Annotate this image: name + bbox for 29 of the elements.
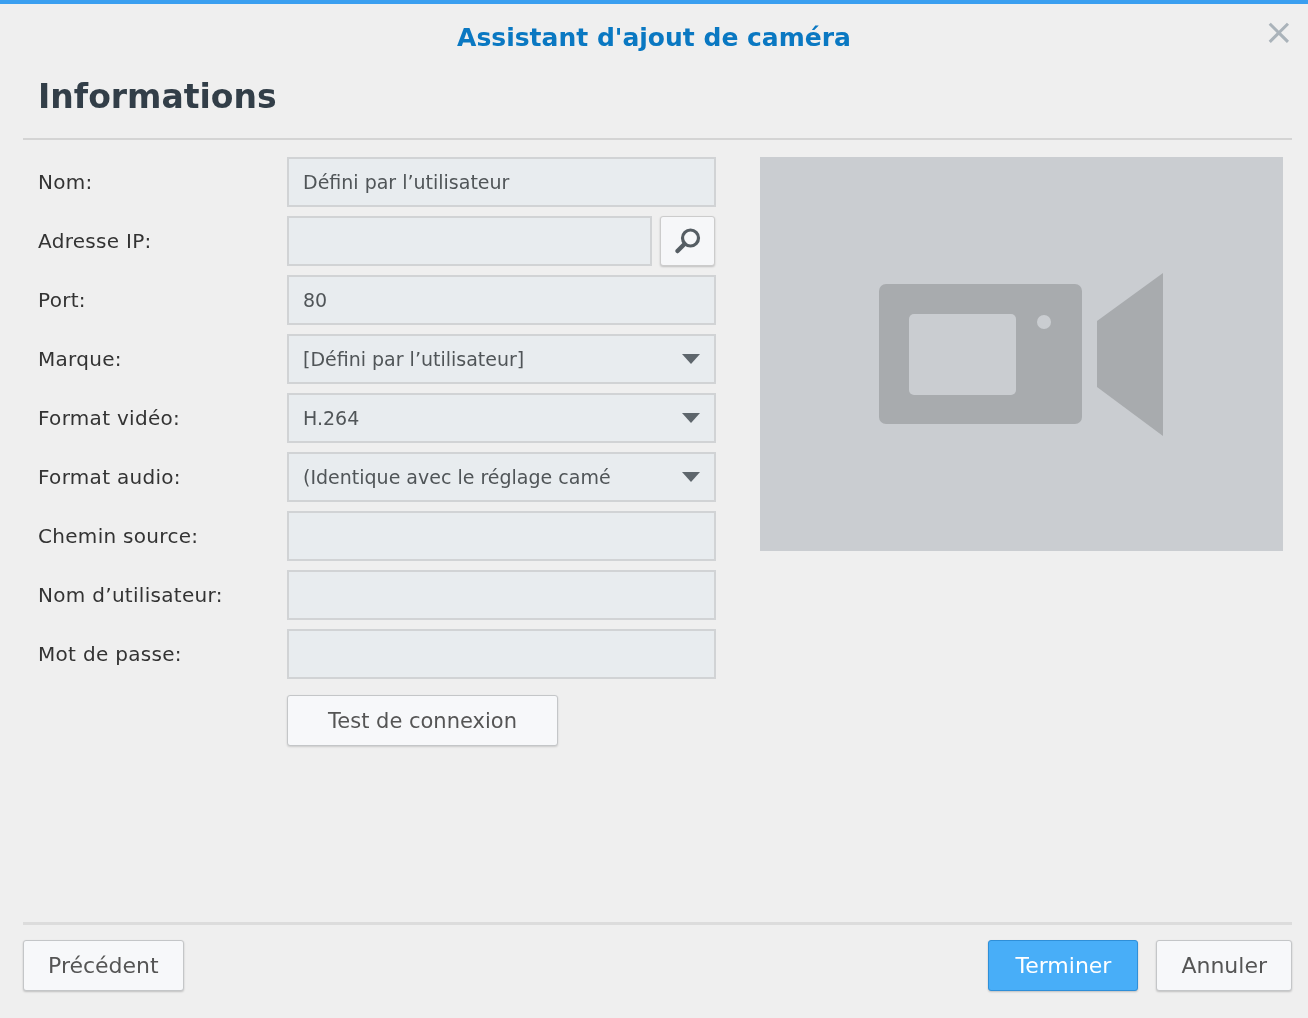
search-icon [672,226,703,256]
field-label: Adresse IP: [38,229,153,253]
field-label: Port: [38,288,87,312]
field-label: Mot de passe: [38,642,183,666]
input-field[interactable] [287,511,716,561]
dropdown[interactable]: H.264 [287,393,716,443]
input-field[interactable] [287,216,652,266]
test-connection-button[interactable]: Test de connexion [287,695,558,746]
section-heading: Informations [38,76,278,118]
input-field[interactable]: 80 [287,275,716,325]
field-label: Nom: [38,170,94,194]
search-button[interactable] [660,216,715,266]
cancel-button[interactable]: Annuler [1156,940,1292,991]
input-field[interactable] [287,570,716,620]
field-label: Nom d’utilisateur: [38,583,224,607]
dropdown[interactable]: (Identique avec le réglage camé [287,452,716,502]
video-camera-icon [879,272,1164,436]
field-label: Format audio: [38,465,182,489]
back-button[interactable]: Précédent [23,940,184,991]
input-field[interactable]: Défini par l’utilisateur [287,157,716,207]
field-label: Chemin source: [38,524,200,548]
password-field[interactable] [287,629,716,679]
caret-icon [682,413,700,423]
caret-icon [682,472,700,482]
caret-icon [682,354,700,364]
field-label: Format vidéo: [38,406,182,430]
dropdown[interactable]: [Défini par l’utilisateur] [287,334,716,384]
field-label: Marque: [38,347,123,371]
window-title: Assistant d'ajout de caméra [457,23,851,52]
